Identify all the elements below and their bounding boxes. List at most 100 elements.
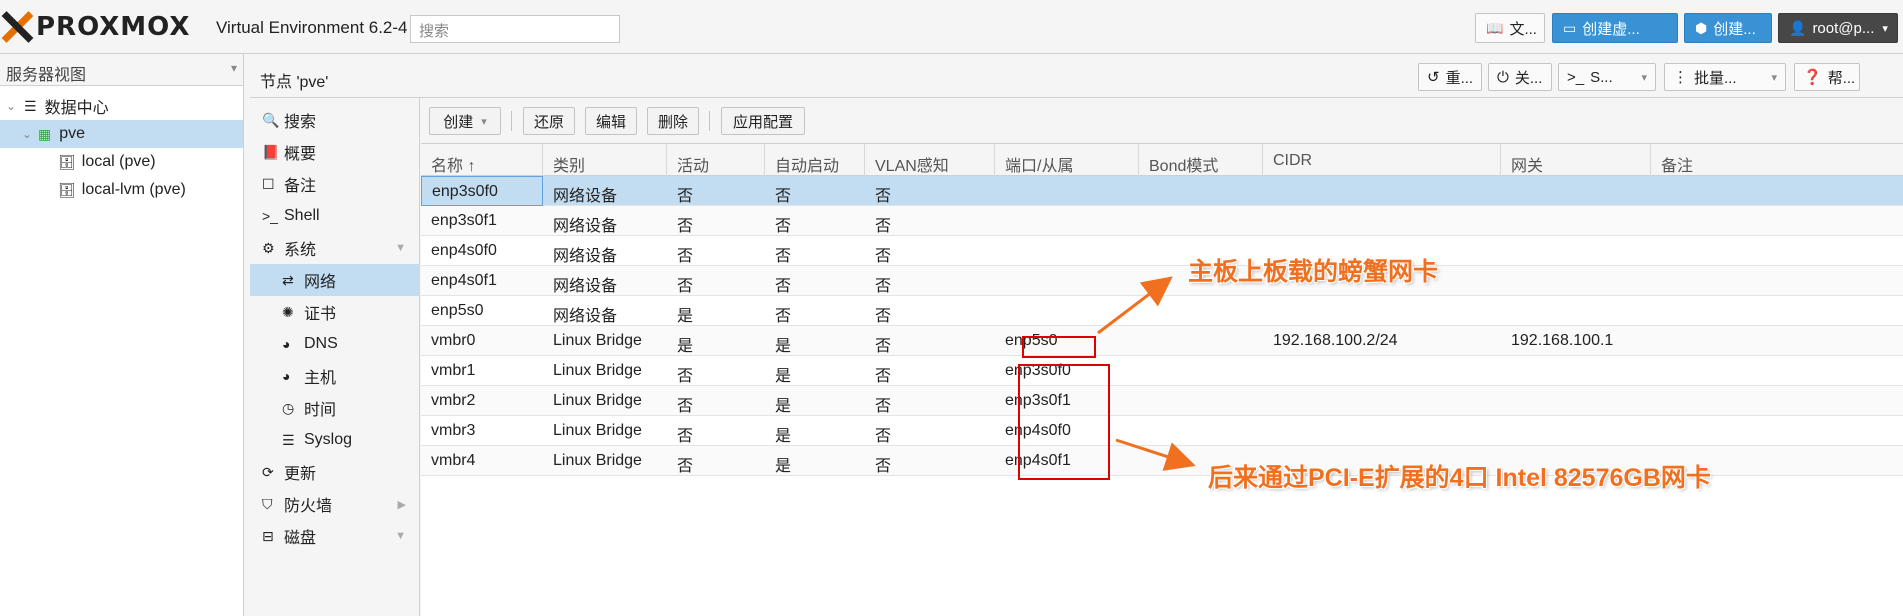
table-cell: 否 xyxy=(875,278,892,295)
table-row[interactable]: vmbr2 Linux Bridge 否是否 enp3s0f1 xyxy=(421,386,1903,416)
table-cell: 否 xyxy=(875,308,892,325)
tree-item-local-lvm[interactable]: 🗄 local-lvm (pve) xyxy=(0,176,243,204)
table-row[interactable]: enp4s0f1 网络设备 否 否 否 xyxy=(421,266,1903,296)
nav-summary[interactable]: 📕 概要 xyxy=(250,136,420,168)
col-name[interactable]: 名称 ↑ xyxy=(421,144,543,176)
bulk-actions-button[interactable]: ⋮ 批量... ▾ xyxy=(1664,63,1786,91)
chevron-down-icon: ▾ xyxy=(1882,22,1888,35)
revert-button[interactable]: 还原 xyxy=(523,107,575,135)
nav-dns[interactable]: ◕ DNS xyxy=(250,328,420,360)
nav-disks[interactable]: ⊟ 磁盘 ▼ xyxy=(250,520,420,552)
table-row[interactable]: enp3s0f1 网络设备 否 否 否 xyxy=(421,206,1903,236)
table-cell: 是 xyxy=(775,398,792,415)
nav-hosts[interactable]: ◕ 主机 xyxy=(250,360,420,392)
page-title: 节点 'pve' xyxy=(260,74,329,91)
table-row[interactable]: enp3s0f0 网络设备 否 否 否 xyxy=(421,176,1903,206)
apply-config-button[interactable]: 应用配置 xyxy=(721,107,805,135)
table-cell: 是 xyxy=(775,338,792,355)
chevron-down-icon: ▼ xyxy=(395,242,406,254)
help-button[interactable]: ❓ 帮... xyxy=(1794,63,1860,91)
table-row[interactable]: enp5s0 网络设备 是 否 否 xyxy=(421,296,1903,326)
table-cell: 网络设备 xyxy=(553,248,618,265)
table-cell: Linux Bridge xyxy=(553,392,642,409)
docs-button[interactable]: 📖 文... xyxy=(1475,13,1545,43)
version-label: Virtual Environment 6.2-4 xyxy=(216,18,408,37)
table-cell xyxy=(995,236,1139,266)
chevron-down-icon: ▾ xyxy=(1641,71,1647,84)
create-vm-button[interactable]: ▭ 创建虚... xyxy=(1552,13,1678,43)
table-cell: 否 xyxy=(875,458,892,475)
restart-button[interactable]: ↺ 重... xyxy=(1418,63,1482,91)
table-cell: vmbr4 xyxy=(431,452,476,469)
power-icon: ⏻ xyxy=(1497,68,1509,86)
shutdown-button[interactable]: ⏻ 关... xyxy=(1488,63,1552,91)
table-cell: 否 xyxy=(677,368,694,385)
table-cell xyxy=(1139,296,1263,326)
table-cell: 否 xyxy=(875,368,892,385)
table-cell: 否 xyxy=(677,428,694,445)
table-row[interactable]: vmbr1 Linux Bridge 否是否 enp3s0f0 xyxy=(421,356,1903,386)
view-selector[interactable]: 服务器视图 ▾ xyxy=(0,54,243,86)
nav-certificates[interactable]: ✺ 证书 xyxy=(250,296,420,328)
shell-button[interactable]: >_ S... ▾ xyxy=(1558,63,1656,91)
nav-search[interactable]: 🔍 搜索 xyxy=(250,104,420,136)
table-cell xyxy=(1501,176,1651,206)
create-ct-button[interactable]: ⬢ 创建... xyxy=(1684,13,1772,43)
nav-time[interactable]: ◷ 时间 xyxy=(250,392,420,424)
table-cell: vmbr0 xyxy=(431,332,476,349)
table-cell: 否 xyxy=(875,338,892,355)
edit-button[interactable]: 编辑 xyxy=(585,107,637,135)
col-ports[interactable]: 端口/从属 xyxy=(995,144,1139,176)
table-cell: 否 xyxy=(775,308,792,325)
tree-item-datacenter[interactable]: ⌄ ☰ 数据中心 xyxy=(0,92,243,120)
col-type[interactable]: 类别 xyxy=(543,144,667,176)
storage-icon: 🗄 xyxy=(58,181,76,198)
search-input[interactable]: 搜索 xyxy=(410,15,620,43)
table-cell xyxy=(995,206,1139,236)
table-cell xyxy=(1651,236,1903,266)
nav-updates[interactable]: ⟳ 更新 xyxy=(250,456,420,488)
col-autostart[interactable]: 自动启动 xyxy=(765,144,865,176)
annotation-pcie-nic: 后来通过PCI-E扩展的4口 Intel 82576GB网卡 xyxy=(1208,464,1711,492)
user-menu-button[interactable]: 👤 root@p... ▾ xyxy=(1778,13,1898,43)
search-icon: 🔍 xyxy=(262,111,280,128)
table-cell xyxy=(1651,266,1903,296)
delete-button[interactable]: 删除 xyxy=(647,107,699,135)
cube-icon: ⬢ xyxy=(1695,19,1708,36)
table-cell: 是 xyxy=(775,428,792,445)
nav-network[interactable]: ⇄ 网络 xyxy=(250,264,420,296)
table-cell: 否 xyxy=(875,218,892,235)
col-cidr[interactable]: CIDR xyxy=(1263,144,1501,176)
table-cell xyxy=(1263,356,1501,386)
nav-shell[interactable]: >_ Shell xyxy=(250,200,420,232)
col-vlan-aware[interactable]: VLAN感知 xyxy=(865,144,995,176)
nav-system[interactable]: ⚙ 系统 ▼ xyxy=(250,232,420,264)
col-comment[interactable]: 备注 xyxy=(1651,144,1903,176)
col-gateway[interactable]: 网关 xyxy=(1501,144,1651,176)
proxmox-logo[interactable]: PROXMOX xyxy=(0,10,190,44)
create-button[interactable]: 创建 ▾ xyxy=(429,107,501,135)
table-row[interactable]: enp4s0f0 网络设备 否 否 否 xyxy=(421,236,1903,266)
table-row[interactable]: vmbr0 Linux Bridge 是是否 enp5s0 192.168.100.2/… xyxy=(421,326,1903,356)
node-nav: 🔍 搜索 📕 概要 ☐ 备注 >_ Shell ⚙ 系统 ▼ ⇄ 网络 ✺ 证书 ◕ DNS ◕ 主… xyxy=(250,98,420,616)
nav-firewall[interactable]: ⛉ 防火墙 ▶ xyxy=(250,488,420,520)
chevron-down-icon: ▾ xyxy=(481,115,487,128)
table-cell: 否 xyxy=(677,218,694,235)
nav-notes[interactable]: ☐ 备注 xyxy=(250,168,420,200)
col-bond-mode[interactable]: Bond模式 xyxy=(1139,144,1263,176)
table-cell: 否 xyxy=(677,248,694,265)
table-cell xyxy=(1139,176,1263,206)
table-row[interactable]: vmbr3 Linux Bridge 否是否 enp4s0f0 xyxy=(421,416,1903,446)
highlight-box-onboard xyxy=(1022,336,1096,358)
table-cell xyxy=(1501,416,1651,446)
collapse-icon[interactable]: ⌄ xyxy=(4,99,18,113)
network-panel: 创建 ▾ 还原 编辑 删除 应用配置 名称 ↑ 类别 活动 自动启动 VLAN感知… xyxy=(421,98,1903,616)
table-cell xyxy=(1651,326,1903,356)
col-active[interactable]: 活动 xyxy=(667,144,765,176)
nav-syslog[interactable]: ☰ Syslog xyxy=(250,424,420,456)
table-cell: 是 xyxy=(775,458,792,475)
tree-item-local[interactable]: 🗄 local (pve) xyxy=(0,148,243,176)
tree-item-pve[interactable]: ⌄ ▦ pve xyxy=(0,120,243,148)
table-cell: 否 xyxy=(677,458,694,475)
collapse-icon[interactable]: ⌄ xyxy=(20,127,34,141)
